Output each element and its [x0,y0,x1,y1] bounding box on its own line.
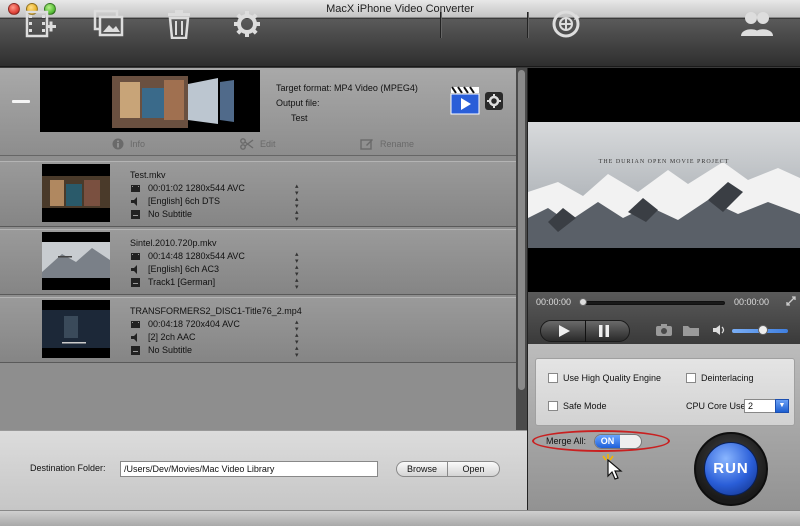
open-button[interactable]: Open [448,461,500,477]
subtitle-icon [131,278,140,287]
settings-box [535,358,795,426]
volume-icon[interactable] [712,324,726,336]
safe-mode-label: Safe Mode [563,401,607,411]
subtitle-icon [131,210,140,219]
edit-label: Edit [260,139,276,149]
merge-all-toggle[interactable]: ON [594,434,642,449]
pause-icon[interactable] [597,324,611,338]
rename-button[interactable]: Rename [360,138,414,150]
preview-letterbox-top [528,68,800,122]
toolbar-separator [440,12,441,38]
selected-video-thumbnail [40,70,260,132]
updown-icon[interactable]: ▴ ▾ [295,332,299,346]
updown-icon[interactable]: ▴ ▾ [295,277,299,291]
output-file-name: Test [291,113,308,123]
video-icon [131,252,140,261]
updown-icon[interactable]: ▴ ▾ [295,196,299,210]
info-label: Info [130,139,146,149]
updown-icon[interactable]: ▴ ▾ [295,319,299,333]
safe-mode-checkbox[interactable] [548,401,558,411]
gear-icon[interactable] [230,8,264,40]
subtitle-icon [131,346,140,355]
target-format-label: Target format: MP4 Video (MPEG4) [276,83,418,93]
output-file-label: Output file: [276,98,320,108]
add-photo-icon[interactable] [92,8,126,40]
run-button[interactable]: RUN [704,442,758,496]
video-name: Sintel.2010.720p.mkv [130,238,217,248]
updown-icon[interactable]: ▴ ▾ [295,264,299,278]
video-thumbnail [42,164,110,222]
merge-all-state: ON [595,435,620,448]
add-video-icon[interactable] [24,8,58,40]
volume-handle[interactable] [758,325,768,335]
destination-label: Destination Folder: [30,463,106,473]
rename-icon [360,139,373,150]
trash-icon[interactable] [162,8,196,40]
preview-letterbox-bottom [528,248,800,292]
chevron-down-icon[interactable]: ▼ [775,399,789,413]
close-window-button[interactable] [8,3,20,15]
high-quality-label: Use High Quality Engine [563,373,662,383]
subtitle-track[interactable]: No Subtitle [148,209,192,219]
browse-button[interactable]: Browse [396,461,448,477]
audio-icon [131,197,140,206]
updown-icon[interactable]: ▴ ▾ [295,251,299,265]
window-title: MacX iPhone Video Converter [326,3,474,15]
preview-caption: THE DURIAN OPEN MOVIE PROJECT [598,159,730,165]
deinterlacing-label: Deinterlacing [701,373,754,383]
updown-icon[interactable]: ▴ ▾ [295,183,299,197]
output-format-icon[interactable] [450,85,480,115]
audio-icon [131,265,140,274]
audio-icon [131,333,140,342]
merge-all-label: Merge All: [546,436,587,446]
audio-track[interactable]: [English] 6ch AC3 [148,264,219,274]
video-info: 00:04:18 720x404 AVC [148,319,240,329]
scissors-icon [240,138,254,150]
rename-label: Rename [380,139,415,149]
camera-icon[interactable] [655,323,673,337]
cpu-core-label: CPU Core Use: [686,401,749,411]
seek-handle[interactable] [579,298,587,306]
output-settings-icon[interactable] [485,92,503,110]
deinterlacing-checkbox[interactable] [686,373,696,383]
info-icon [112,138,124,150]
destination-path-field[interactable]: /Users/Dev/Movies/Mac Video Library [120,461,378,477]
fullscreen-icon[interactable] [786,296,796,306]
high-quality-checkbox[interactable] [548,373,558,383]
update-icon[interactable] [549,8,583,40]
subtitle-track[interactable]: Track1 [German] [148,277,215,287]
video-name: Test.mkv [130,170,166,180]
current-time: 00:00:00 [536,297,572,307]
video-info: 00:01:02 1280x544 AVC [148,183,245,193]
video-icon [131,184,140,193]
video-thumbnail [42,300,110,358]
list-scrollbar[interactable] [516,68,527,430]
play-icon[interactable] [557,324,571,338]
users-icon[interactable] [740,8,774,40]
total-time: 00:00:00 [734,297,770,307]
cursor-icon [600,452,626,480]
video-thumbnail [42,232,110,290]
subtitle-track[interactable]: No Subtitle [148,345,192,355]
audio-track[interactable]: [2] 2ch AAC [148,332,196,342]
info-button[interactable]: Info [112,138,145,150]
seek-bar[interactable] [582,301,725,305]
remove-video-button[interactable] [12,100,30,103]
video-name: TRANSFORMERS2_DISC1-Title76_2.mp4 [130,306,302,316]
status-bar [0,510,800,526]
edit-button[interactable]: Edit [240,138,276,150]
playback-divider [585,320,586,342]
toolbar-separator [527,12,528,38]
video-icon [131,320,140,329]
updown-icon[interactable]: ▴ ▾ [295,209,299,223]
folder-icon[interactable] [682,323,700,337]
audio-track[interactable]: [English] 6ch DTS [148,196,220,206]
video-info: 00:14:48 1280x544 AVC [148,251,245,261]
updown-icon[interactable]: ▴ ▾ [295,345,299,359]
